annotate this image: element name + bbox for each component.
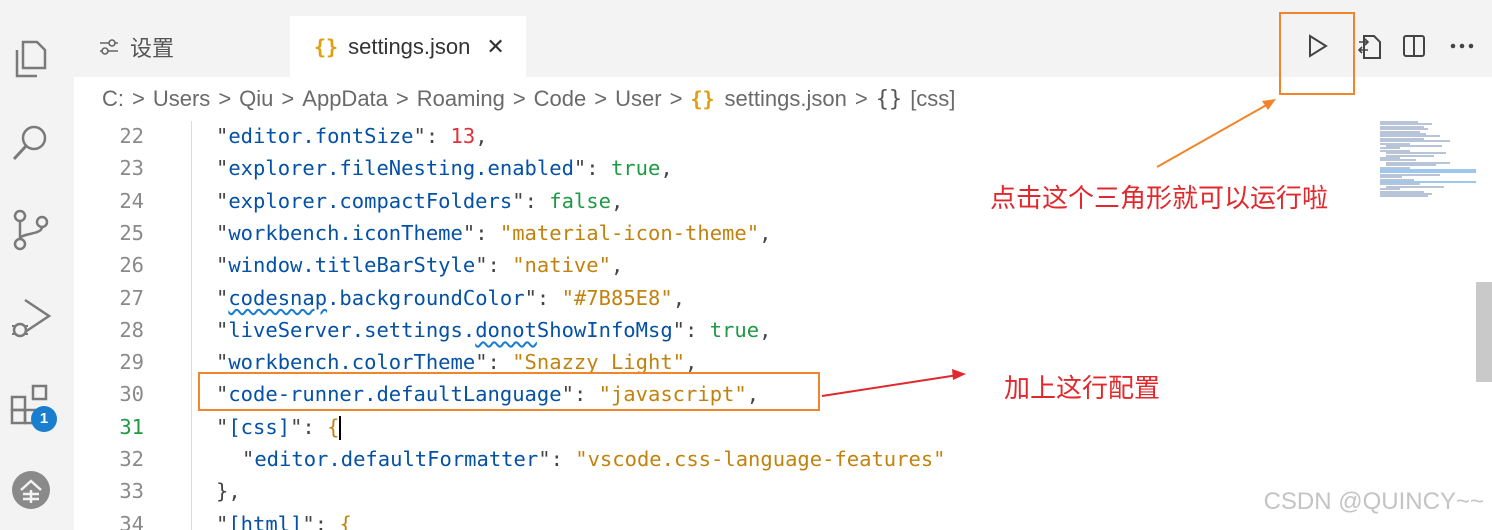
code-content: "[css]": {: [216, 414, 342, 440]
ellipsis-icon: [1450, 43, 1474, 49]
more-actions-button[interactable]: [1444, 28, 1480, 64]
line-number: 24: [119, 188, 144, 213]
json-key: workbench.iconTheme: [228, 220, 463, 245]
minimap-line: [1380, 195, 1428, 198]
split-editor-icon: [1403, 35, 1425, 57]
code-content: "workbench.iconTheme": "material-icon-th…: [216, 220, 772, 245]
json-value: "vscode.css-language-features": [575, 447, 946, 471]
explorer-icon[interactable]: [9, 36, 53, 80]
run-debug-icon[interactable]: [9, 296, 53, 340]
breadcrumb-item-code[interactable]: Code: [534, 86, 587, 112]
json-key: window.titleBarStyle: [228, 253, 476, 278]
breadcrumb-item-css[interactable]: {} [css]: [876, 86, 956, 112]
json-value: {: [327, 414, 340, 439]
breadcrumb-item-roaming[interactable]: Roaming: [417, 86, 505, 112]
json-value: false: [549, 188, 611, 213]
json-key: workbench.colorTheme: [228, 350, 476, 375]
breadcrumb-item-qiu[interactable]: Qiu: [239, 86, 273, 112]
activity-bar: 1: [0, 0, 75, 530]
source-control-icon[interactable]: [9, 208, 53, 252]
code-content: "explorer.fileNesting.enabled": true,: [216, 156, 673, 181]
code-line[interactable]: 27 "codesnap.backgroundColor": "#7B85E8",: [74, 282, 1370, 314]
settings-sliders-icon: [98, 38, 120, 56]
breadcrumb-item-users[interactable]: Users: [153, 86, 210, 112]
minimap[interactable]: [1376, 121, 1476, 201]
object-braces-icon: {}: [875, 86, 903, 112]
code-line[interactable]: 22 "editor.fontSize": 13,: [74, 121, 1370, 152]
accounts-icon[interactable]: [9, 468, 53, 512]
breadcrumb-item-user[interactable]: User: [615, 86, 661, 112]
extensions-badge: 1: [31, 406, 57, 432]
compare-file-icon: [1357, 35, 1381, 59]
added-line-highlight: [198, 372, 820, 411]
line-number: 34: [119, 511, 144, 530]
json-value: "native": [512, 253, 611, 278]
code-line[interactable]: 26 "window.titleBarStyle": "native",: [74, 249, 1370, 281]
line-number: 32: [119, 447, 144, 471]
json-key: [html]: [228, 511, 303, 530]
json-key: explorer.fileNesting.enabled: [228, 156, 574, 181]
json-key: editor.fontSize: [228, 124, 414, 148]
add-line-annotation: 加上这行配置: [1004, 374, 1161, 404]
json-value: 13: [450, 124, 476, 148]
json-key: codesnap.backgroundColor: [228, 285, 525, 310]
json-key: editor.defaultFormatter: [254, 447, 539, 471]
vertical-scrollbar[interactable]: [1476, 282, 1492, 382]
json-value: {: [339, 511, 352, 530]
code-content: "codesnap.backgroundColor": "#7B85E8",: [216, 285, 686, 310]
code-content: "window.titleBarStyle": "native",: [216, 253, 624, 278]
line-number: 26: [119, 253, 144, 278]
tab-label: 设置: [130, 35, 175, 61]
close-icon[interactable]: ✕: [486, 34, 504, 60]
json-key: liveServer.settings.donotShowInfoMsg: [228, 317, 673, 342]
code-content: "liveServer.settings.donotShowInfoMsg": …: [216, 317, 772, 342]
code-content: "editor.fontSize": 13,: [216, 124, 488, 148]
text-cursor: [339, 415, 342, 440]
json-value: true: [610, 156, 661, 181]
breadcrumb-item-drive[interactable]: C:: [102, 86, 124, 112]
tab-label: settings.json: [348, 33, 471, 59]
code-line[interactable]: 32 "editor.defaultFormatter": "vscode.css…: [74, 443, 1370, 475]
json-key: explorer.compactFolders: [228, 188, 513, 213]
watermark: CSDN @QUINCY~~: [1263, 488, 1484, 515]
code-line[interactable]: 31 "[css]": {: [74, 411, 1370, 443]
split-editor-button[interactable]: [1396, 28, 1432, 64]
json-braces-icon: {}: [690, 87, 715, 111]
line-number: 23: [119, 156, 144, 181]
code-line[interactable]: 33},: [74, 475, 1370, 507]
json-value: "Snazzy Light": [512, 350, 686, 375]
json-braces-icon: {}: [314, 34, 339, 59]
line-number: 22: [119, 124, 144, 148]
line-number: 27: [119, 285, 144, 310]
line-number: 28: [119, 317, 144, 342]
json-value: },: [216, 479, 241, 504]
json-key: [css]: [228, 414, 291, 439]
code-line[interactable]: 25 "workbench.iconTheme": "material-icon-…: [74, 217, 1370, 249]
tab-settings-ui[interactable]: 设置: [74, 16, 288, 77]
line-number: 30: [119, 382, 144, 407]
line-number: 31: [119, 414, 144, 439]
line-number: 25: [119, 220, 144, 245]
json-value: "#7B85E8": [561, 285, 673, 310]
breadcrumb-item-appdata[interactable]: AppData: [302, 86, 388, 112]
code-content: },: [216, 475, 241, 507]
run-button-highlight: [1279, 12, 1355, 95]
tab-settings-json[interactable]: {} settings.json ✕: [290, 16, 526, 77]
line-number: 29: [119, 350, 144, 375]
breadcrumb-item-settings-json[interactable]: {} settings.json: [690, 86, 846, 112]
open-changes-button[interactable]: [1352, 28, 1388, 64]
code-line[interactable]: 34 "[html]": {: [74, 508, 1370, 530]
code-content: "[html]": {: [216, 508, 352, 530]
run-hint-annotation: 点击这个三角形就可以运行啦: [990, 184, 1329, 214]
code-content: "explorer.compactFolders": false,: [216, 188, 624, 213]
code-line[interactable]: 28 "liveServer.settings.donotShowInfoMsg"…: [74, 314, 1370, 346]
search-icon[interactable]: [9, 121, 53, 165]
line-number: 33: [119, 479, 144, 504]
code-content: "editor.defaultFormatter": "vscode.css-l…: [242, 447, 946, 471]
json-value: "material-icon-theme": [499, 220, 760, 245]
json-value: true: [709, 317, 760, 342]
